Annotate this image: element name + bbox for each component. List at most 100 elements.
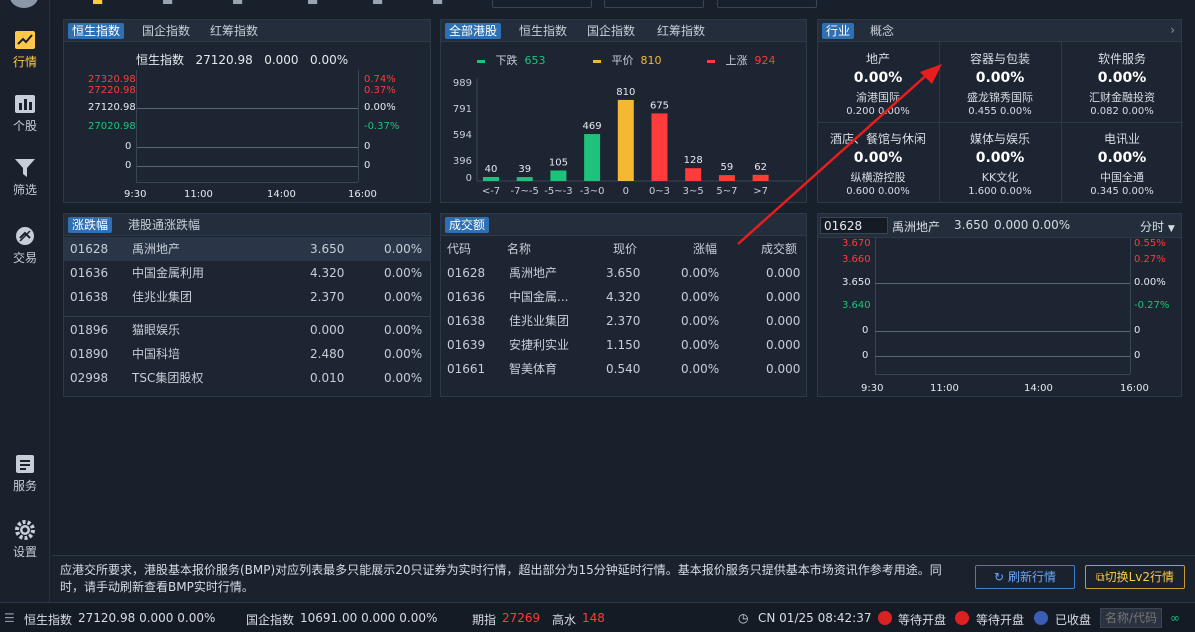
table-row[interactable]: 01628 禹洲地产 3.650 0.00% 0.000 (441, 261, 806, 285)
gainers-tabs: 涨跌幅 港股通涨跌幅 (64, 214, 430, 236)
tab-red-chip[interactable]: 红筹指数 (653, 23, 709, 39)
status-bar: ☰ 恒生指数 27120.98 0.000 0.00% 国企指数 10691.0… (0, 602, 1195, 632)
bar (617, 99, 634, 181)
stock-turnover: 0.000 (766, 314, 801, 328)
chart-line-icon (15, 31, 35, 49)
tab-hscei[interactable]: 国企指数 (583, 23, 639, 39)
sidebar-item-stock[interactable]: 个股 (0, 94, 50, 134)
top-nav-item[interactable]: ▬ (372, 0, 383, 8)
y-label-pct: 0.27% (1134, 254, 1166, 265)
sidebar-item-market[interactable]: 行情 (0, 30, 50, 70)
status-hsi-label[interactable]: 恒生指数 (24, 611, 72, 628)
zero-line (136, 108, 358, 109)
sidebar-item-trade[interactable]: 交易 (0, 226, 50, 266)
top-nav-item[interactable]: ▬ (162, 0, 173, 8)
table-row[interactable]: 01896 猫眼娱乐 0.000 0.00% (64, 318, 430, 342)
industry-pct: 0.00% (1097, 70, 1147, 86)
column-header[interactable]: 现价 (613, 237, 637, 261)
y-label: 0 (125, 141, 132, 152)
sidebar: 行情 个股 筛选 交易 服务 设置 (0, 0, 50, 602)
tab-industry[interactable]: 行业 (822, 23, 855, 39)
bar-value-label: 128 (684, 155, 703, 166)
index-change: 0.000 (264, 53, 299, 67)
bar (483, 176, 499, 181)
stock-name: 猫眼娱乐 (132, 323, 181, 337)
x-category-label: 3~5 (683, 186, 704, 197)
refresh-button[interactable]: ↻ 刷新行情 (975, 565, 1075, 589)
grid-line (875, 331, 1130, 332)
stock-price: 3.650 (954, 218, 989, 232)
bar-value-label: 675 (650, 100, 669, 111)
search-input[interactable] (1100, 608, 1162, 628)
table-row[interactable]: 01638 佳兆业集团 2.370 0.00% (64, 285, 430, 309)
top-nav-item[interactable]: ▬ (432, 0, 443, 8)
column-header[interactable]: 代码 (447, 237, 471, 261)
top-nav-item[interactable]: ▬ (307, 0, 318, 8)
y-label-pct: 0.00% (364, 102, 396, 113)
top-nav-dropdown[interactable] (717, 0, 817, 8)
copy-icon: ⧉ (1095, 570, 1105, 584)
stock-name: 中国科培 (132, 347, 181, 361)
chevron-right-icon[interactable]: › (1170, 23, 1175, 37)
top-nav-item[interactable]: ▬ (232, 0, 243, 8)
top-nav-dropdown[interactable] (604, 0, 704, 8)
table-row[interactable]: 02998 TSC集团股权 0.010 0.00% (64, 366, 430, 390)
y-label: 3.660 (842, 254, 871, 265)
avatar[interactable] (10, 0, 38, 8)
status-hscei-label[interactable]: 国企指数 (246, 611, 294, 628)
switch-lv2-button[interactable]: ⧉切换Lv2行情 (1085, 565, 1185, 589)
y-tick-label: 791 (453, 104, 472, 115)
tab-hsi[interactable]: 恒生指数 (68, 23, 125, 39)
menu-icon[interactable]: ☰ (4, 611, 15, 625)
tab-hsi[interactable]: 恒生指数 (515, 23, 571, 39)
refresh-icon: ↻ (994, 570, 1005, 584)
notice-text: 应港交所要求，港股基本报价服务(BMP)对应列表最多只能展示20只证券为实时行情… (60, 563, 942, 594)
table-row[interactable]: 01636 中国金属... 4.320 0.00% 0.000 (441, 285, 806, 309)
index-tabs: 恒生指数 国企指数 红筹指数 (64, 20, 430, 42)
top-nav-dropdown[interactable] (492, 0, 592, 8)
legend-label: 平价 (611, 54, 634, 67)
sidebar-item-filter[interactable]: 筛选 (0, 158, 50, 198)
tab-all-hk[interactable]: 全部港股 (445, 23, 502, 39)
x-category-label: -7~-5 (511, 186, 539, 197)
industry-name: 软件服务 (1097, 52, 1146, 66)
tab-red-chip[interactable]: 红筹指数 (206, 23, 262, 39)
table-row[interactable]: 01638 佳兆业集团 2.370 0.00% 0.000 (441, 309, 806, 333)
stock-code: 01639 (447, 338, 486, 352)
industry-leader: KK文化 (981, 171, 1019, 184)
column-header[interactable]: 名称 (507, 237, 531, 261)
industry-leader: 汇财金融投资 (1089, 91, 1155, 104)
table-row[interactable]: 01890 中国科培 2.480 0.00% (64, 342, 430, 366)
index-price: 27120.98 (195, 53, 253, 67)
tab-connect-change-pct[interactable]: 港股通涨跌幅 (124, 217, 204, 233)
index-name: 恒生指数 (136, 53, 185, 67)
chart-mode-select[interactable]: 分时 ▼ (1140, 218, 1175, 235)
table-row[interactable]: 01661 智美体育 0.540 0.00% 0.000 (441, 357, 806, 381)
axis-line (358, 70, 359, 182)
clock-icon: ◷ (738, 611, 749, 625)
table-row[interactable]: 01639 安捷利实业 1.150 0.00% 0.000 (441, 333, 806, 357)
stock-code: 01896 (70, 323, 109, 337)
sidebar-item-service[interactable]: 服务 (0, 454, 50, 494)
tab-hscei[interactable]: 国企指数 (138, 23, 194, 39)
stock-pct: 0.00% (681, 314, 720, 328)
industry-cell[interactable]: 软件服务 0.00% 汇财金融投资 0.082 0.00% (1062, 50, 1182, 117)
column-header[interactable]: 涨幅 (693, 237, 717, 261)
industry-cell[interactable]: 容器与包装 0.00% 盛龙锦秀国际 0.455 0.00% (940, 50, 1060, 117)
table-row[interactable]: 01636 中国金属利用 4.320 0.00% (64, 261, 430, 285)
status-futures-label[interactable]: 期指 (472, 611, 496, 628)
y-label: 0 (862, 350, 869, 361)
stock-name: 禹洲地产 (509, 266, 558, 280)
tab-turnover[interactable]: 成交额 (445, 217, 490, 233)
sidebar-item-settings[interactable]: 设置 (0, 520, 50, 560)
industry-cell[interactable]: 媒体与娱乐 0.00% KK文化 1.600 0.00% (940, 130, 1060, 197)
tab-concept[interactable]: 概念 (866, 23, 898, 39)
tab-change-pct[interactable]: 涨跌幅 (68, 217, 113, 233)
y-label-pct: 0 (364, 160, 371, 171)
top-nav-item[interactable]: ▬ (92, 0, 103, 8)
table-row[interactable]: 01628 禹洲地产 3.650 0.00% (64, 237, 430, 261)
link-icon[interactable]: ∞ (1170, 611, 1180, 625)
industry-cell[interactable]: 电讯业 0.00% 中国全通 0.345 0.00% (1062, 130, 1182, 197)
sidebar-item-label: 服务 (12, 479, 37, 493)
industry-leader: 盛龙锦秀国际 (967, 91, 1033, 104)
